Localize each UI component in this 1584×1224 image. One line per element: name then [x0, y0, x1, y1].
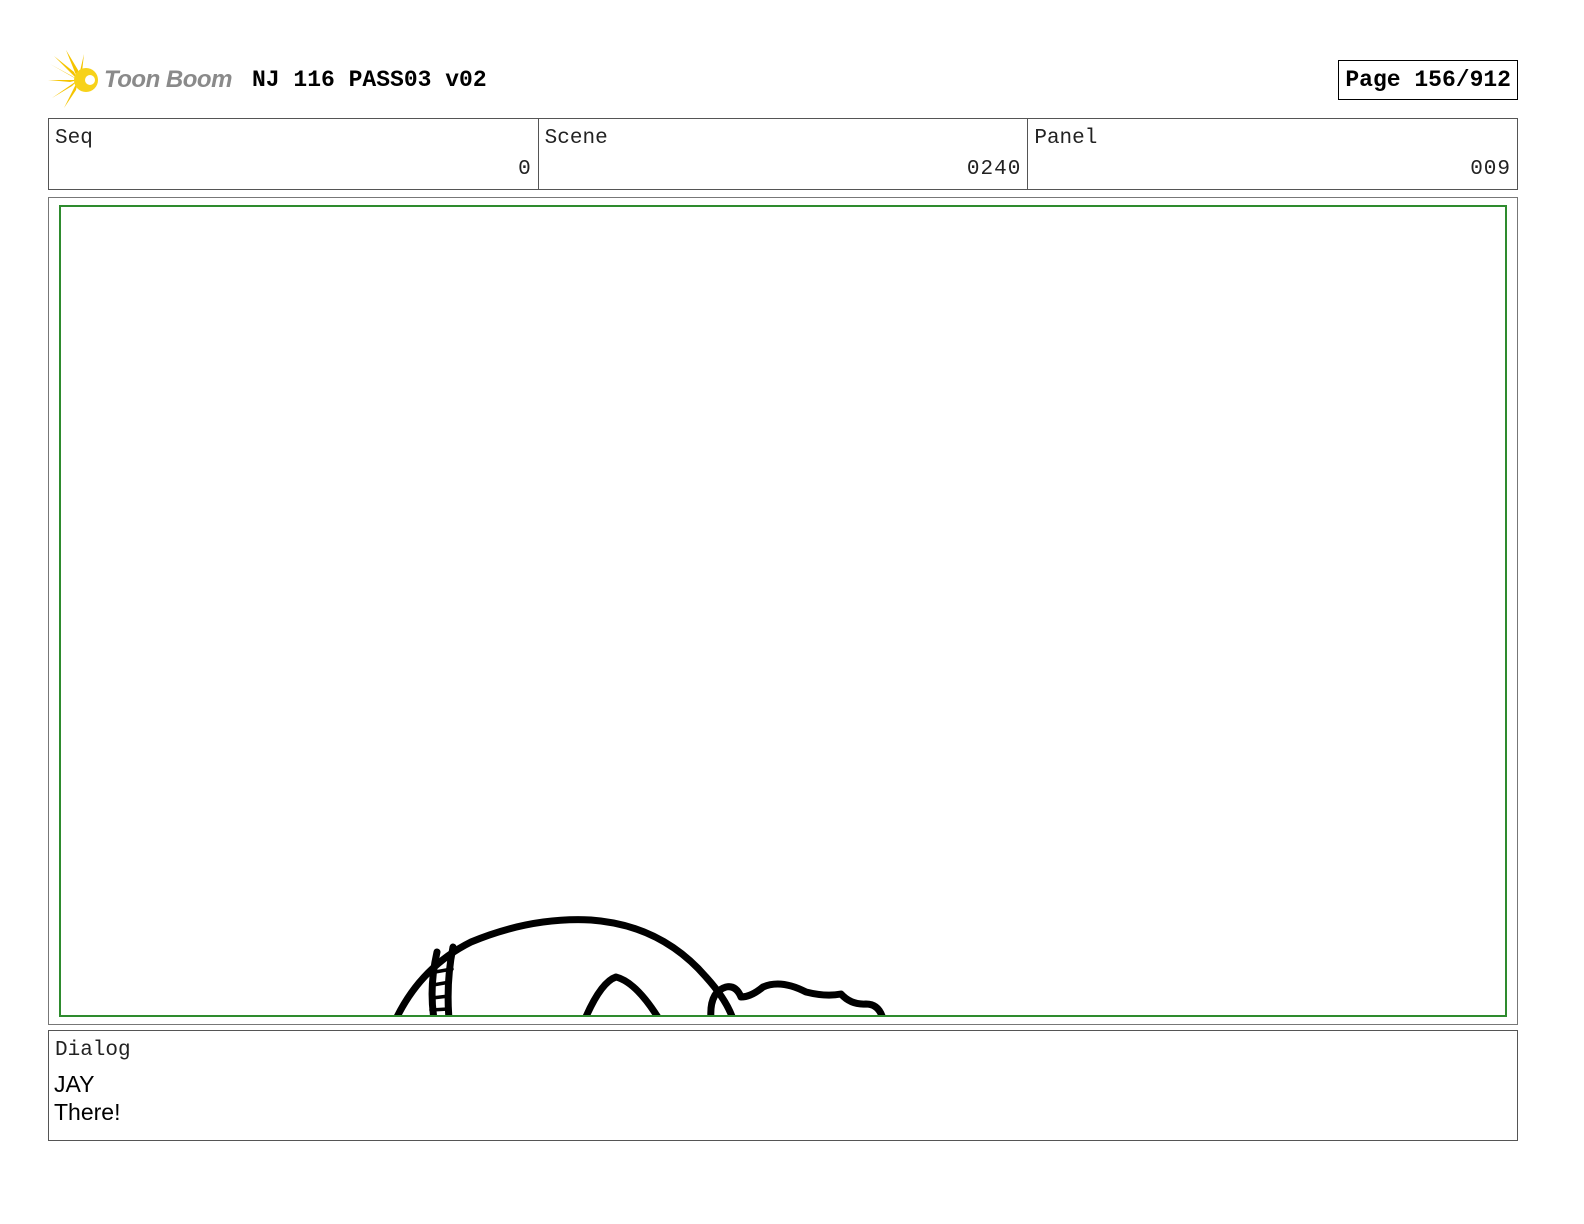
starburst-icon [48, 50, 98, 108]
panel-cell: Panel 009 [1028, 119, 1517, 189]
dialog-speaker: JAY [54, 1071, 95, 1097]
dialog-line: There! [54, 1099, 121, 1125]
scene-label: Scene [544, 127, 608, 150]
sketch-arm-curve [582, 973, 661, 1015]
panel-image-frame [48, 197, 1518, 1025]
dialog-box: Dialog JAY There! [48, 1030, 1518, 1141]
safe-area-frame [59, 205, 1507, 1017]
panel-value: 009 [1470, 158, 1512, 181]
toon-boom-logo: Toon Boom [48, 50, 238, 110]
seq-cell: Seq 0 [49, 119, 539, 189]
seq-value: 0 [518, 158, 532, 181]
sketch-hand-outline [707, 980, 886, 1015]
panel-label: Panel [1034, 127, 1098, 150]
project-title: NJ 116 PASS03 v02 [252, 67, 487, 93]
logo-text: Toon Boom [104, 66, 232, 93]
scene-value: 0240 [966, 158, 1022, 181]
storyboard-header: Toon Boom NJ 116 PASS03 v02 Page 156/912 [48, 50, 1518, 110]
panel-info-row: Seq 0 Scene 0240 Panel 009 [48, 118, 1518, 190]
scene-cell: Scene 0240 [539, 119, 1029, 189]
seq-label: Seq [55, 127, 93, 150]
dialog-label: Dialog [55, 1039, 131, 1062]
panel-sketch [394, 916, 886, 1015]
page-number: Page 156/912 [1338, 60, 1518, 100]
